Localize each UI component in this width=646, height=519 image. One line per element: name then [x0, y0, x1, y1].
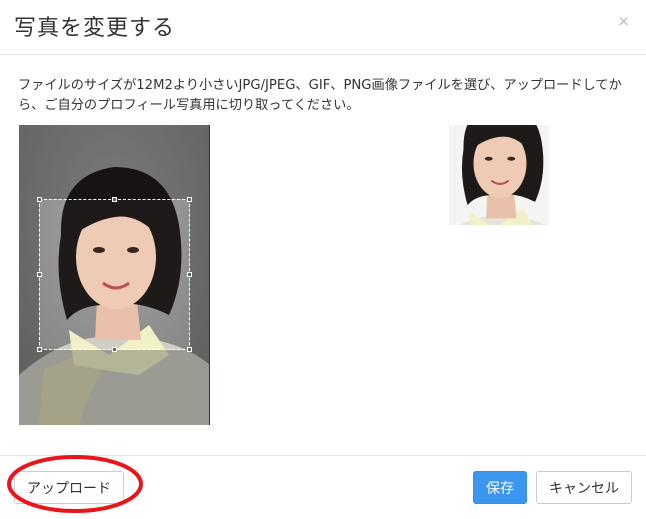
crop-handle-e[interactable]: [187, 272, 192, 277]
preview-image: [449, 125, 549, 225]
crop-handle-se[interactable]: [187, 347, 192, 352]
crop-handle-nw[interactable]: [37, 197, 42, 202]
change-photo-dialog: 写真を変更する × ファイルのサイズが12M2より小さいJPG/JPEG、GIF…: [0, 0, 646, 518]
dialog-title: 写真を変更する: [14, 16, 176, 41]
crop-handle-s[interactable]: [112, 347, 117, 352]
crop-handle-sw[interactable]: [37, 347, 42, 352]
highlight-circle: [7, 455, 143, 513]
crop-handle-n[interactable]: [112, 197, 117, 202]
cancel-button[interactable]: キャンセル: [536, 471, 632, 504]
upload-instructions: ファイルのサイズが12M2より小さいJPG/JPEG、GIF、PNG画像ファイル…: [18, 78, 622, 113]
close-icon[interactable]: ×: [617, 12, 630, 30]
crop-preview: [449, 125, 549, 225]
crop-handle-w[interactable]: [37, 272, 42, 277]
crop-handle-ne[interactable]: [187, 197, 192, 202]
dialog-header: 写真を変更する ×: [0, 0, 646, 55]
save-button[interactable]: 保存: [473, 471, 527, 504]
crop-selection[interactable]: [37, 197, 192, 352]
crop-container-edge: [209, 125, 210, 425]
